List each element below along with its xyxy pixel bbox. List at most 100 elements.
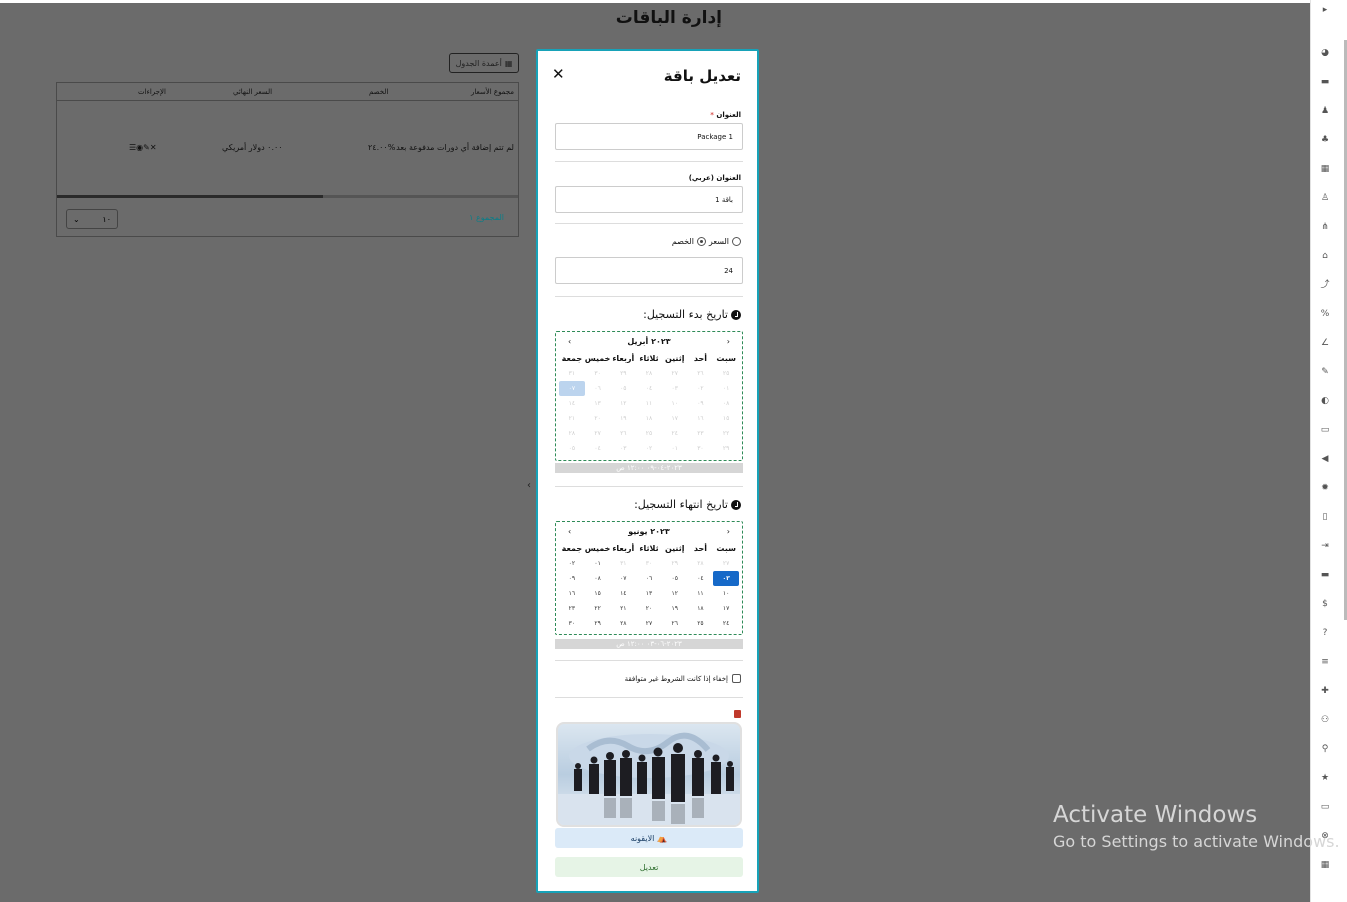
calendar-day[interactable]: ٠٣ — [662, 381, 688, 396]
dollar-icon[interactable]: $ — [1320, 599, 1330, 609]
calendar-day[interactable]: ٠٨ — [713, 396, 739, 411]
calendar-next-icon[interactable]: › — [568, 337, 571, 346]
calendar-day[interactable]: ٠٢ — [636, 441, 662, 456]
calendar-day[interactable]: ١٤ — [610, 586, 636, 601]
book-icon[interactable]: ▬ — [1320, 77, 1330, 87]
calendar-day[interactable]: ٣٠ — [585, 366, 611, 381]
calendar-day[interactable]: ٠٤ — [636, 381, 662, 396]
page-size-select[interactable]: ⌄ ١٠ — [66, 209, 118, 229]
calendar-day[interactable]: ٢٥ — [713, 366, 739, 381]
percent-icon[interactable]: % — [1320, 309, 1330, 319]
row-actions-icons[interactable]: ☰◉✎✕ — [129, 143, 157, 152]
calendar-day[interactable]: ٢٧ — [662, 366, 688, 381]
calendar-day[interactable]: ١٥ — [585, 586, 611, 601]
calendar-icon[interactable]: ▦ — [1320, 860, 1330, 870]
calendar-day[interactable]: ٠٨ — [585, 571, 611, 586]
calendar-day[interactable]: ٢٠ — [585, 411, 611, 426]
calendar-day[interactable]: ٢٣ — [559, 601, 585, 616]
palette-icon[interactable]: ◐ — [1320, 396, 1330, 406]
table-columns-button[interactable]: ▦ أعمدة الجدول — [449, 53, 519, 73]
login-icon[interactable]: ⇥ — [1320, 541, 1330, 551]
person-icon[interactable]: ♟ — [1320, 106, 1330, 116]
calendar-day[interactable]: ٢٨ — [688, 556, 714, 571]
calendar-day[interactable]: ٣١ — [559, 366, 585, 381]
calendar-day[interactable]: ٢١ — [610, 601, 636, 616]
title-ar-input[interactable]: باقة 1 — [555, 186, 743, 213]
calendar-day[interactable]: ٠١ — [713, 381, 739, 396]
calendar-day[interactable]: ٠٢ — [688, 381, 714, 396]
calendar-day[interactable]: ٢٧ — [636, 616, 662, 631]
list-icon[interactable]: ≡ — [1320, 657, 1330, 667]
calendar-day[interactable]: ٠١ — [585, 556, 611, 571]
hide-checkbox[interactable] — [732, 674, 741, 683]
calendar-day[interactable]: ٠٥ — [559, 441, 585, 456]
calendar-day[interactable]: ٢٢ — [585, 601, 611, 616]
calendar-day[interactable]: ٢٨ — [636, 366, 662, 381]
calendar-day[interactable]: ٣٠ — [636, 556, 662, 571]
calendar-day[interactable]: ٠٣ — [610, 441, 636, 456]
header-sum-prices[interactable]: مجموع الأسعار — [471, 88, 514, 96]
calendar-day[interactable]: ١٦ — [559, 586, 585, 601]
calendar-next-icon[interactable]: › — [568, 527, 571, 536]
calendar-day[interactable]: ٠٢ — [559, 556, 585, 571]
chevron-right-icon[interactable]: ▸ — [1320, 5, 1330, 15]
calendar-day[interactable]: ١١ — [688, 586, 714, 601]
calendar-day[interactable]: ٢٧ — [585, 426, 611, 441]
calendar-day[interactable]: ١٢ — [662, 586, 688, 601]
radio-price[interactable] — [732, 237, 741, 246]
calendar-day[interactable]: ١١ — [636, 396, 662, 411]
header-final-price[interactable]: السعر النهائي — [233, 88, 272, 96]
calendar-day[interactable]: ٢٩ — [610, 366, 636, 381]
card-icon[interactable]: ▬ — [1320, 570, 1330, 580]
calendar-day[interactable]: ٠٣ — [713, 571, 739, 586]
calendar-day[interactable]: ١٠ — [713, 586, 739, 601]
calendar-day[interactable]: ٠٥ — [610, 381, 636, 396]
calendar-day[interactable]: ٠٧ — [559, 381, 585, 396]
calendar-day[interactable]: ٢٩ — [662, 556, 688, 571]
header-discount[interactable]: الخصم — [369, 88, 388, 96]
calendar-day[interactable]: ١٥ — [713, 411, 739, 426]
calendar-day[interactable]: ١٦ — [688, 411, 714, 426]
calendar-day[interactable]: ٢٤ — [713, 616, 739, 631]
calendar-day[interactable]: ٠١ — [662, 441, 688, 456]
star-icon[interactable]: ★ — [1320, 773, 1330, 783]
user-tie-icon[interactable]: ♙ — [1320, 193, 1330, 203]
pencil-icon[interactable]: ✎ — [1320, 367, 1330, 377]
calendar-day[interactable]: ٠٩ — [559, 571, 585, 586]
calendar-day[interactable]: ١٣ — [636, 586, 662, 601]
calendar-day[interactable]: ٢٧ — [713, 556, 739, 571]
bank-icon[interactable]: ⌂ — [1320, 251, 1330, 261]
calendar-day[interactable]: ٠٤ — [585, 441, 611, 456]
file-icon[interactable]: ▯ — [1320, 512, 1330, 522]
icon-upload-button[interactable]: ⛺ الايقونه — [555, 828, 743, 848]
calendar-day[interactable]: ٢٩ — [585, 616, 611, 631]
calendar-day[interactable]: ٢٤ — [662, 426, 688, 441]
calendar-day[interactable]: ٢٦ — [688, 366, 714, 381]
calendar-day[interactable]: ٠٦ — [585, 381, 611, 396]
calendar-day[interactable]: ١٩ — [610, 411, 636, 426]
calendar-day[interactable]: ١٢ — [610, 396, 636, 411]
calendar-day[interactable]: ٢٥ — [636, 426, 662, 441]
handshake-icon[interactable]: ⚇ — [1320, 715, 1330, 725]
puzzle-icon[interactable]: ✚ — [1320, 686, 1330, 696]
calendar-day[interactable]: ٠٧ — [610, 571, 636, 586]
question-icon[interactable]: ? — [1320, 628, 1330, 638]
gear-icon[interactable]: ✹ — [1320, 483, 1330, 493]
calendar-day[interactable]: ٢٥ — [688, 616, 714, 631]
amount-input[interactable]: 24 — [555, 257, 743, 284]
calendar-day[interactable]: ١٠ — [662, 396, 688, 411]
calendar-day[interactable]: ١٤ — [559, 396, 585, 411]
dashboard-icon[interactable]: ◕ — [1320, 48, 1330, 58]
collapse-arrow-icon[interactable]: ‹ — [527, 480, 531, 491]
calendar-day[interactable]: ٢٨ — [610, 616, 636, 631]
calendar-day[interactable]: ١٨ — [688, 601, 714, 616]
table-scrollbar-thumb[interactable] — [57, 195, 323, 198]
calendar-day[interactable]: ٣٠ — [559, 616, 585, 631]
calendar-day[interactable]: ٣٠ — [688, 441, 714, 456]
calendar-day[interactable]: ٢٦ — [610, 426, 636, 441]
radio-discount[interactable] — [696, 237, 706, 246]
chart-icon[interactable]: ∠ — [1320, 338, 1330, 348]
calendar-day[interactable]: ١٧ — [662, 411, 688, 426]
calendar-day[interactable]: ٢٩ — [713, 441, 739, 456]
calendar-day[interactable]: ٢٨ — [559, 426, 585, 441]
